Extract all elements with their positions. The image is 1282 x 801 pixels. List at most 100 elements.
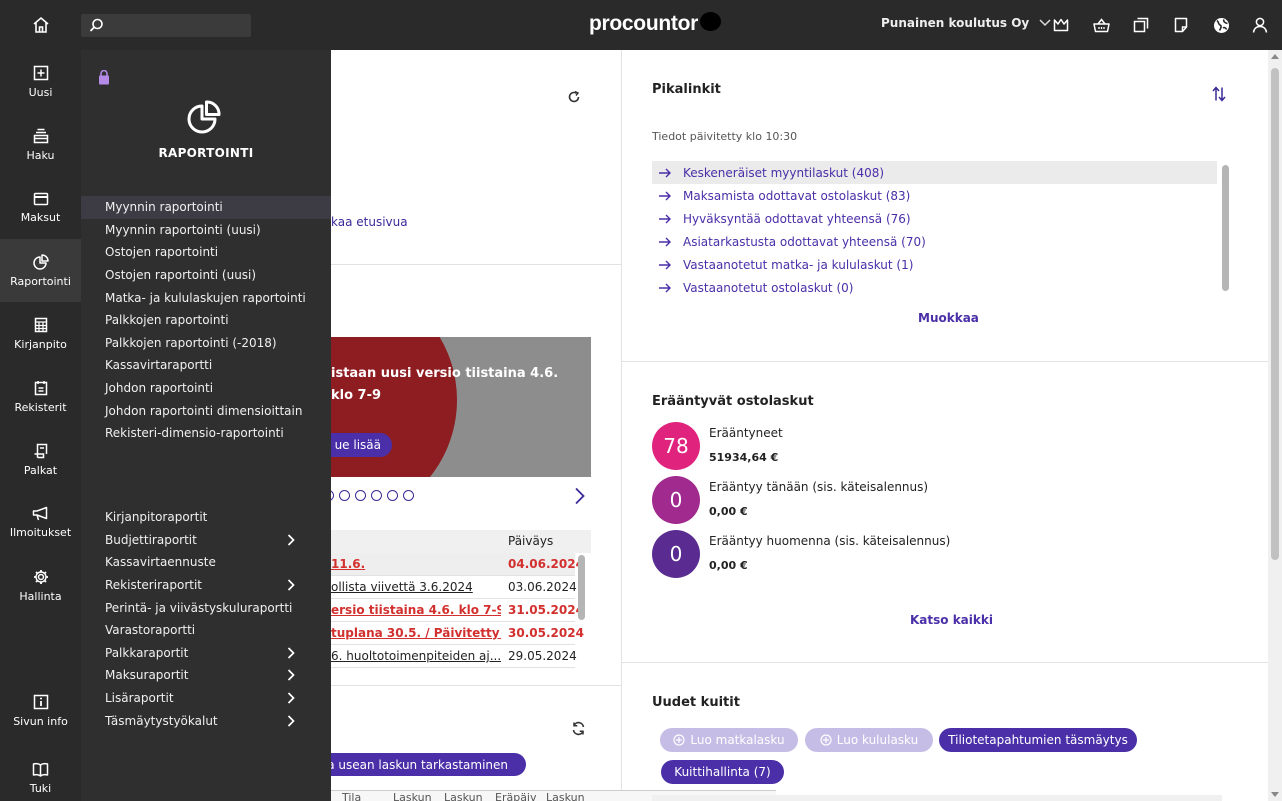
basket-button[interactable]	[1091, 15, 1111, 35]
count-badge[interactable]: 78	[652, 422, 700, 470]
scroll-up-arrow[interactable]	[1271, 54, 1279, 59]
procountor-logo[interactable]: procountor	[589, 12, 721, 36]
sync-icon[interactable]	[571, 721, 586, 736]
flyout-link[interactable]: Johdon raportointi	[81, 377, 331, 400]
create-travel-invoice-button[interactable]: Luo matkalasku	[660, 728, 798, 752]
quicklink-item[interactable]: Keskeneräiset myyntilaskut (408)	[652, 161, 1217, 184]
link-label: Palkkaraportit	[105, 645, 189, 660]
read-more-button[interactable]: ue lisää	[331, 433, 392, 457]
column-header[interactable]: Eräpäiv	[495, 791, 537, 801]
news-row[interactable]: 6. huoltotoimenpiteiden aj... 29.05.2024	[331, 645, 577, 668]
nav-item-hallinta[interactable]: Hallinta	[0, 554, 81, 617]
column-header[interactable]: Tila	[342, 791, 361, 801]
search-input[interactable]	[109, 16, 245, 35]
news-title[interactable]: tuplana 30.5. / Päivitetty 3...	[331, 626, 501, 640]
due-label[interactable]: Erääntyneet	[709, 426, 783, 440]
news-row[interactable]: ollista viivettä 3.6.2024 03.06.2024	[331, 576, 577, 599]
flyout-link[interactable]: Ostojen raportointi (uusi)	[81, 264, 331, 287]
flyout-link[interactable]: Myynnin raportointi (uusi)	[81, 219, 331, 242]
news-row[interactable]: tuplana 30.5. / Päivitetty 3... 30.05.202…	[331, 622, 584, 645]
flyout-link[interactable]: Perintä- ja viivästyskuluraportti	[81, 596, 331, 619]
flyout-link[interactable]: Varastoraportti	[81, 619, 331, 642]
quicklink-item[interactable]: Asiatarkastusta odottavat yhteensä (70)	[652, 230, 1217, 253]
receipt-management-button[interactable]: Kuittihallinta (7)	[661, 760, 784, 784]
count-badge[interactable]: 0	[652, 530, 700, 578]
carousel-dot[interactable]	[387, 490, 398, 501]
windows-button[interactable]	[1131, 15, 1151, 35]
lock-icon[interactable]	[98, 70, 110, 85]
nav-item-sivun-info[interactable]: Sivun info	[0, 679, 81, 742]
nav-item-palkat[interactable]: Palkat	[0, 428, 81, 491]
nav-item-tuki[interactable]: Tuki	[0, 747, 81, 801]
scrollbar-thumb[interactable]	[1271, 68, 1279, 560]
news-title[interactable]: 6. huoltotoimenpiteiden aj...	[331, 649, 501, 663]
new-receipts-title: Uudet kuitit	[652, 695, 740, 710]
nav-item-haku[interactable]: Haku	[0, 113, 81, 176]
language-button[interactable]	[1211, 15, 1231, 35]
column-header[interactable]: Laskun	[444, 791, 483, 801]
nav-item-rekisterit[interactable]: Rekisterit	[0, 365, 81, 428]
news-scrollbar[interactable]	[578, 555, 585, 620]
bank-reconciliation-button[interactable]: Tiliotetapahtumien täsmäytys	[939, 728, 1137, 752]
chevron-right-icon	[287, 669, 295, 682]
quicklink-item[interactable]: Vastaanotetut matka- ja kululaskut (1)	[652, 253, 1217, 276]
due-label[interactable]: Erääntyy tänään (sis. käteisalennus)	[709, 480, 928, 494]
flyout-submenu[interactable]: Lisäraportit	[81, 687, 331, 710]
nav-item-kirjanpito[interactable]: Kirjanpito	[0, 302, 81, 365]
carousel-dot[interactable]	[403, 490, 414, 501]
flyout-submenu[interactable]: Budjettiraportit	[81, 529, 331, 552]
home-button[interactable]	[0, 0, 81, 50]
flyout-link[interactable]: Palkkojen raportointi	[81, 309, 331, 332]
review-invoices-button[interactable]: vaa usean laskun tarkastaminen	[313, 753, 526, 776]
flyout-link[interactable]: Myynnin raportointi	[81, 196, 331, 219]
flyout-submenu[interactable]: Täsmäytystyökalut	[81, 709, 331, 732]
quicklink-item[interactable]: Vastaanotetut ostolaskut (0)	[652, 276, 1217, 299]
edit-frontpage-link[interactable]: kaa etusivua	[331, 215, 408, 229]
chevron-right-icon[interactable]	[574, 487, 586, 505]
quicklink-item[interactable]: Hyväksyntää odottavat yhteensä (76)	[652, 207, 1217, 230]
edit-quicklinks-button[interactable]: Muokkaa	[918, 311, 979, 325]
flyout-link[interactable]: Kirjanpitoraportit	[81, 506, 331, 529]
news-banner[interactable]: istaan uusi versio tiistaina 4.6. klo 7-…	[331, 337, 591, 477]
user-button[interactable]	[1250, 15, 1270, 35]
flyout-submenu[interactable]: Rekisteriraportit	[81, 574, 331, 597]
news-row[interactable]: ersio tiistaina 4.6. klo 7-9 31.05.2024	[331, 599, 584, 622]
pie-chart-icon	[187, 100, 221, 134]
sort-icon[interactable]	[1212, 86, 1226, 102]
carousel-dot[interactable]	[371, 490, 382, 501]
nav-item-uusi[interactable]: Uusi	[0, 50, 81, 113]
nav-item-maksut[interactable]: Maksut	[0, 176, 81, 239]
column-header[interactable]: Laskun	[393, 791, 432, 801]
flyout-link[interactable]: Matka- ja kululaskujen raportointi	[81, 286, 331, 309]
flyout-submenu[interactable]: Palkkaraportit	[81, 642, 331, 665]
count-badge[interactable]: 0	[652, 476, 700, 524]
scroll-down-arrow[interactable]	[1271, 792, 1279, 797]
due-label[interactable]: Erääntyy huomenna (sis. käteisalennus)	[709, 534, 950, 548]
flyout-link[interactable]: Kassavirtaraportti	[81, 354, 331, 377]
crown-button[interactable]	[1051, 15, 1071, 35]
document-button[interactable]	[1171, 15, 1191, 35]
carousel-dot[interactable]	[355, 490, 366, 501]
nav-item-raportointi[interactable]: Raportointi	[0, 239, 81, 302]
news-title[interactable]: 11.6.	[331, 557, 501, 571]
news-title[interactable]: ollista viivettä 3.6.2024	[331, 580, 501, 594]
company-selector[interactable]: Punainen koulutus Oy	[881, 16, 1051, 30]
news-title[interactable]: ersio tiistaina 4.6. klo 7-9	[331, 603, 501, 617]
flyout-link[interactable]: Johdon raportointi dimensioittain	[81, 399, 331, 422]
flyout-submenu[interactable]: Maksuraportit	[81, 664, 331, 687]
search-box[interactable]	[81, 14, 251, 37]
news-row[interactable]: 11.6. 04.06.2024	[331, 553, 584, 576]
create-expense-invoice-button[interactable]: Luo kululasku	[805, 728, 933, 752]
flyout-link[interactable]: Palkkojen raportointi (-2018)	[81, 332, 331, 355]
refresh-icon[interactable]	[567, 90, 581, 104]
flyout-link[interactable]: Kassavirtaennuste	[81, 551, 331, 574]
nav-item-ilmoitukset[interactable]: Ilmoitukset	[0, 491, 81, 554]
quicklinks-scrollbar[interactable]	[1222, 165, 1229, 291]
carousel-dot[interactable]	[339, 490, 350, 501]
column-header[interactable]: Laskun	[546, 791, 585, 801]
flyout-link[interactable]: Rekisteri-dimensio-raportointi	[81, 422, 331, 445]
see-all-button[interactable]: Katso kaikki	[910, 613, 993, 627]
quicklink-item[interactable]: Maksamista odottavat ostolaskut (83)	[652, 184, 1217, 207]
flyout-link[interactable]: Ostojen raportointi	[81, 241, 331, 264]
page-scrollbar[interactable]	[1268, 50, 1282, 801]
